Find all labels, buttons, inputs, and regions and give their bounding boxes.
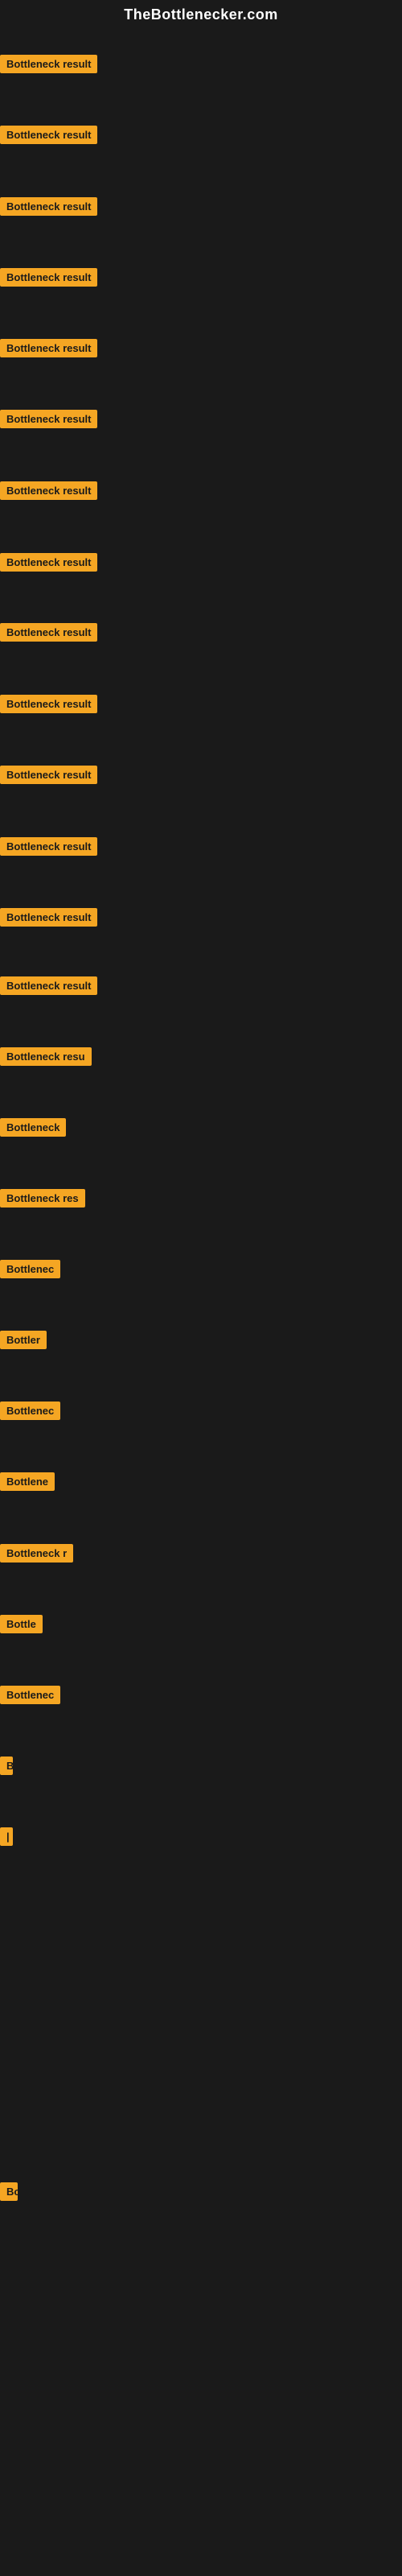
bottleneck-badge: Bottleneck result — [0, 339, 97, 357]
bottleneck-result-item[interactable]: Bottleneck result — [0, 481, 97, 504]
bottleneck-result-item[interactable]: Bottleneck result — [0, 553, 97, 576]
bottleneck-result-item[interactable]: Bo — [0, 2182, 18, 2205]
bottleneck-badge: Bottleneck result — [0, 976, 97, 995]
bottleneck-badge: Bottleneck result — [0, 623, 97, 642]
bottleneck-result-item[interactable]: Bottleneck result — [0, 837, 97, 860]
bottleneck-result-item[interactable]: Bottleneck result — [0, 976, 97, 999]
bottleneck-badge: Bottlenec — [0, 1686, 60, 1704]
bottleneck-result-item[interactable]: Bottlenec — [0, 1260, 60, 1282]
bottleneck-result-item[interactable]: Bottleneck result — [0, 908, 97, 931]
bottleneck-result-item[interactable]: Bottleneck — [0, 1118, 66, 1141]
bottleneck-badge: Bottleneck result — [0, 766, 97, 784]
bottleneck-badge: Bottleneck res — [0, 1189, 85, 1208]
bottleneck-badge: Bottle — [0, 1615, 43, 1633]
bottleneck-badge: B — [0, 1757, 13, 1775]
bottleneck-badge: Bottler — [0, 1331, 47, 1349]
bottleneck-result-item[interactable]: Bottleneck result — [0, 695, 97, 717]
bottleneck-badge: Bottleneck resu — [0, 1047, 92, 1066]
bottleneck-result-item[interactable]: Bottlene — [0, 1472, 55, 1495]
site-title: TheBottlenecker.com — [0, 0, 402, 33]
bottleneck-badge: Bottleneck result — [0, 410, 97, 428]
bottleneck-badge: Bottleneck result — [0, 837, 97, 856]
bottleneck-badge: Bottleneck — [0, 1118, 66, 1137]
bottleneck-result-item[interactable]: B — [0, 1757, 13, 1779]
bottleneck-result-item[interactable]: Bottleneck result — [0, 339, 97, 361]
bottleneck-result-item[interactable]: Bottleneck resu — [0, 1047, 92, 1070]
bottleneck-badge: Bottleneck result — [0, 481, 97, 500]
bottleneck-result-item[interactable]: Bottleneck result — [0, 197, 97, 220]
bottleneck-result-item[interactable]: Bottlenec — [0, 1686, 60, 1708]
bottleneck-result-item[interactable]: Bottleneck result — [0, 623, 97, 646]
bottleneck-result-item[interactable]: Bottleneck res — [0, 1189, 85, 1212]
bottleneck-badge: Bottleneck result — [0, 268, 97, 287]
bottleneck-result-item[interactable]: Bottleneck result — [0, 126, 97, 148]
bottleneck-badge: | — [0, 1827, 13, 1846]
bottleneck-badge: Bottleneck result — [0, 55, 97, 73]
bottleneck-result-item[interactable]: | — [0, 1827, 13, 1850]
bottleneck-result-item[interactable]: Bottlenec — [0, 1402, 60, 1424]
bottleneck-badge: Bottleneck result — [0, 126, 97, 144]
bottleneck-result-item[interactable]: Bottle — [0, 1615, 43, 1637]
bottleneck-badge: Bottleneck result — [0, 695, 97, 713]
bottleneck-badge: Bottleneck result — [0, 908, 97, 927]
bottleneck-badge: Bottleneck result — [0, 197, 97, 216]
bottleneck-result-item[interactable]: Bottleneck result — [0, 268, 97, 291]
bottleneck-badge: Bottlene — [0, 1472, 55, 1491]
bottleneck-result-item[interactable]: Bottleneck result — [0, 410, 97, 432]
bottleneck-badge: Bottlenec — [0, 1402, 60, 1420]
bottleneck-badge: Bottlenec — [0, 1260, 60, 1278]
bottleneck-badge: Bottleneck result — [0, 553, 97, 572]
bottleneck-result-item[interactable]: Bottleneck r — [0, 1544, 73, 1567]
bottleneck-result-item[interactable]: Bottler — [0, 1331, 47, 1353]
bottleneck-result-item[interactable]: Bottleneck result — [0, 55, 97, 77]
bottleneck-badge: Bottleneck r — [0, 1544, 73, 1563]
bottleneck-result-item[interactable]: Bottleneck result — [0, 766, 97, 788]
bottleneck-badge: Bo — [0, 2182, 18, 2201]
